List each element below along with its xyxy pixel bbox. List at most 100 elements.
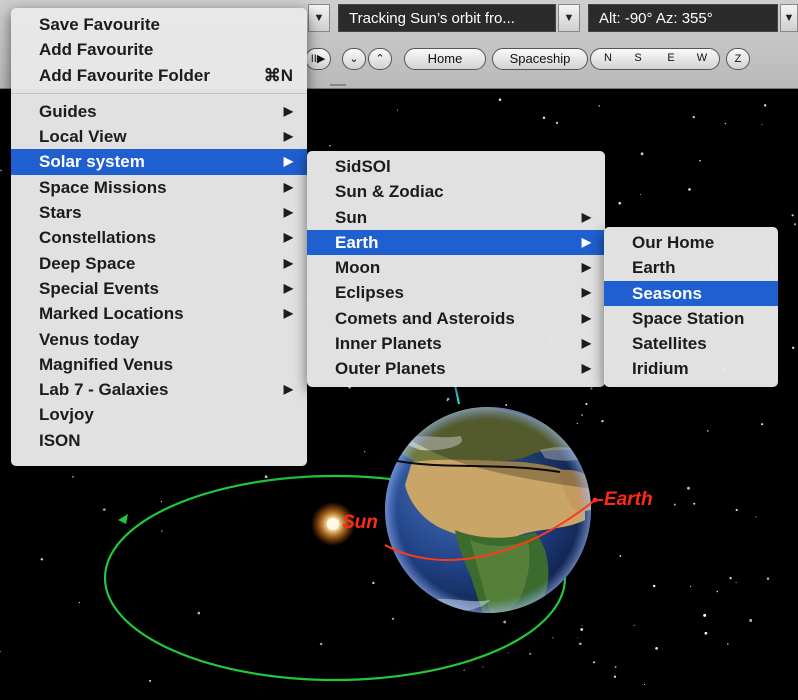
tracking-dropdown-arrow[interactable]: ▼ [558,4,580,32]
menu-item-earth[interactable]: Earth ▶ [307,229,605,256]
menu-item-earth[interactable]: Earth [604,255,778,280]
submenu-arrow-icon: ▶ [283,382,293,397]
star [319,642,323,646]
star [498,98,502,101]
menu-item-lovjoy[interactable]: Lovjoy [11,402,307,427]
star [149,679,152,682]
menu-item-add-favourite[interactable]: Add Favourite [11,37,307,62]
menu-item-label: Iridium [632,359,689,379]
north-button[interactable]: N [596,48,620,70]
altaz-dropdown-arrow[interactable]: ▼ [780,4,798,32]
up-button[interactable]: ⌃ [368,48,392,70]
star [580,628,584,631]
altaz-field[interactable]: Alt: -90° Az: 355° [588,4,778,32]
south-button[interactable]: S [626,48,650,70]
menu-item-comets-and-asteroids[interactable]: Comets and Asteroids ▶ [307,306,605,331]
menu-item-save-favourite[interactable]: Save Favourite [11,12,307,37]
menu-item-satellites[interactable]: Satellites [604,331,778,356]
star [613,675,617,678]
menu-item-our-home[interactable]: Our Home [604,230,778,255]
star [703,613,707,617]
submenu-arrow-icon: ▶ [283,306,293,321]
menu-item-magnified-venus[interactable]: Magnified Venus [11,352,307,377]
menu-item-stars[interactable]: Stars ▶ [11,200,307,225]
play-pause-button[interactable]: II▶ [305,48,331,70]
star [364,451,366,453]
menu-item-label: Special Events [39,278,160,298]
menu-item-label: Guides [39,101,97,121]
star [707,430,709,432]
submenu-arrow-icon: ▶ [283,280,293,295]
menu-item-eclipses[interactable]: Eclipses ▶ [307,280,605,305]
star [633,624,635,626]
west-button[interactable]: W [690,48,714,70]
earth-axis-line [454,384,460,405]
menu-item-ison[interactable]: ISON [11,428,307,453]
earth-marker [592,497,598,503]
zenith-button[interactable]: Z [726,48,750,70]
star [329,145,331,147]
submenu-arrow-icon: ▶ [581,285,591,300]
menu-item-lab-7-galaxies[interactable]: Lab 7 - Galaxies ▶ [11,377,307,402]
menu-item-label: Lab 7 - Galaxies [39,380,169,400]
star [264,475,268,479]
star [592,661,596,664]
menu-item-space-missions[interactable]: Space Missions ▶ [11,175,307,200]
menu-item-label: Stars [39,203,82,223]
submenu-arrow-icon: ▶ [283,205,293,220]
menu-item-label: Magnified Venus [39,354,174,374]
earth-globe[interactable] [385,400,605,640]
menu-item-outer-planets[interactable]: Outer Planets ▶ [307,356,605,381]
star [397,109,399,111]
menu-item-inner-planets[interactable]: Inner Planets ▶ [307,331,605,356]
menu-item-sun-zodiac[interactable]: Sun & Zodiac [307,179,605,204]
submenu-arrow-icon: ▶ [581,361,591,376]
home-button[interactable]: Home [404,48,486,70]
spaceship-button[interactable]: Spaceship [492,48,588,70]
star [102,508,106,511]
menu-item-local-view[interactable]: Local View ▶ [11,124,307,149]
menu-item-constellations[interactable]: Constellations ▶ [11,225,307,250]
star [726,643,729,645]
sun[interactable] [327,518,339,530]
star [555,121,559,125]
menu-item-sun[interactable]: Sun ▶ [307,205,605,230]
menu-item-solar-system[interactable]: Solar system ▶ [11,149,307,175]
star [598,105,600,107]
east-button[interactable]: E [659,48,683,70]
star [581,414,583,416]
menu-item-moon[interactable]: Moon ▶ [307,255,605,280]
star [640,193,642,195]
star [688,188,691,191]
star [505,403,508,406]
menu-item-label: Local View [39,127,127,147]
view-dropdown-arrow[interactable]: ▼ [308,4,330,32]
tracking-field[interactable]: Tracking Sun’s orbit fro... [338,4,556,32]
menu-item-sidsol[interactable]: SidSOl [307,154,605,179]
menu-item-space-station[interactable]: Space Station [604,306,778,331]
menu-item-special-events[interactable]: Special Events ▶ [11,276,307,301]
star [542,116,546,119]
menu-item-label: Outer Planets [335,359,446,379]
earth-label: Earth [604,489,653,510]
menu-item-iridium[interactable]: Iridium [604,356,778,381]
menu-item-label: Save Favourite [39,15,160,34]
menu-item-label: Our Home [632,233,715,252]
star [761,423,764,426]
down-button[interactable]: ⌄ [342,48,366,70]
menu-item-label: Add Favourite [39,40,154,60]
menu-item-deep-space[interactable]: Deep Space ▶ [11,251,307,276]
star [78,601,81,604]
menu-item-venus-today[interactable]: Venus today [11,327,307,352]
star [577,637,579,639]
star [482,666,484,668]
star [391,617,395,620]
menu-item-add-favourite-folder[interactable]: Add Favourite Folder ⌘N [11,63,307,88]
menu-item-label: Sun & Zodiac [335,182,444,202]
menu-item-label: Add Favourite Folder [39,65,210,85]
star [729,577,732,580]
menu-item-seasons[interactable]: Seasons [604,280,778,306]
menu-item-marked-locations[interactable]: Marked Locations ▶ [11,301,307,326]
menu-item-guides[interactable]: Guides ▶ [11,99,307,124]
star [372,581,375,585]
